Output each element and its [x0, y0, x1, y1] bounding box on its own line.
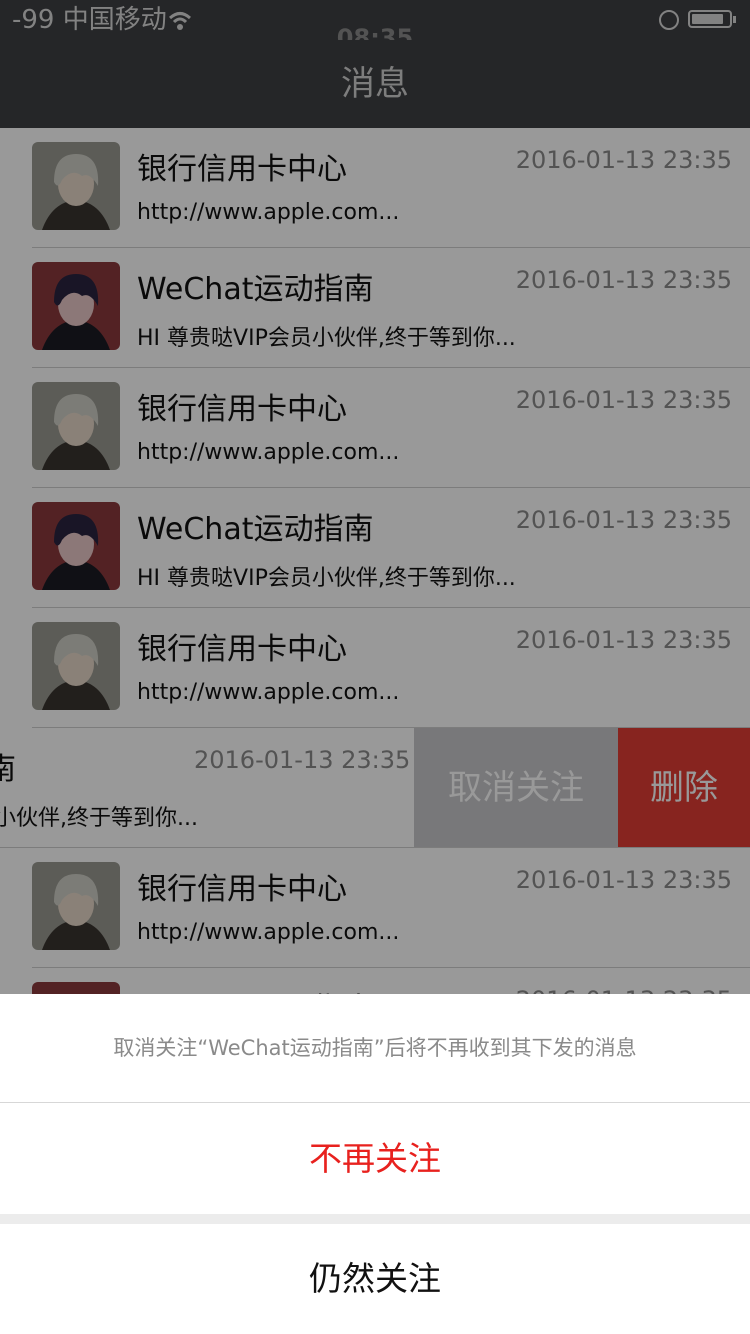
action-sheet: 取消关注“WeChat运动指南”后将不再收到其下发的消息 不再关注 仍然关注: [0, 994, 750, 1334]
action-sheet-message: 取消关注“WeChat运动指南”后将不再收到其下发的消息: [0, 994, 750, 1103]
unfollow-confirm-button[interactable]: 不再关注: [0, 1103, 750, 1214]
keep-following-button[interactable]: 仍然关注: [0, 1224, 750, 1334]
